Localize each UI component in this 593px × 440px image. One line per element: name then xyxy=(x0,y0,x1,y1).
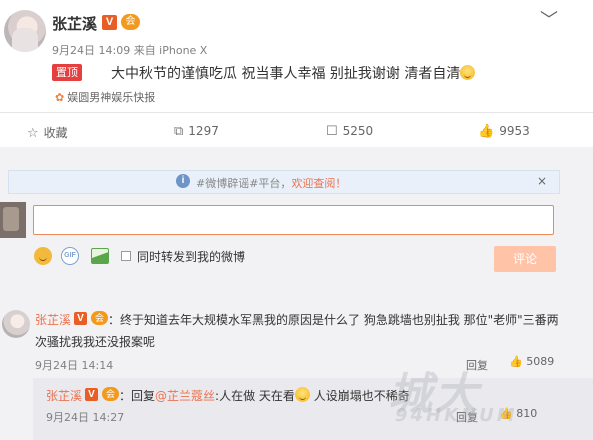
comment-like-count: 5089 xyxy=(526,355,555,368)
like-button[interactable]: 👍 9953 xyxy=(478,124,530,139)
reply-like-count: 810 xyxy=(516,407,538,420)
verified-badge-icon: V xyxy=(85,388,98,401)
divider xyxy=(0,112,593,113)
repost-icon: ⧉ xyxy=(174,124,184,139)
reply-text-after: 人设崩塌也不稀奇 xyxy=(309,389,410,403)
notice-prefix: #微博辟谣#平台， xyxy=(196,177,292,190)
smile-emoji-icon xyxy=(294,387,310,402)
post-text-content: 大中秋节的谨慎吃瓜 祝当事人幸福 别扯我谢谢 清者自清 xyxy=(111,66,461,82)
author-avatar[interactable] xyxy=(4,10,46,52)
verified-badge-icon: V xyxy=(74,312,87,325)
thumbs-up-icon: 👍 xyxy=(499,407,513,420)
info-icon: i xyxy=(176,174,190,188)
comment-input[interactable] xyxy=(33,205,554,235)
reply-button[interactable]: 回复 xyxy=(456,409,478,425)
comment-avatar[interactable] xyxy=(2,310,30,338)
comment-count: 5250 xyxy=(342,124,374,138)
notice-link[interactable]: 欢迎查阅！ xyxy=(291,177,346,190)
verified-badge-icon: V xyxy=(102,15,117,30)
star-icon: ☆ xyxy=(27,126,39,141)
author-name[interactable]: 张芷溪 xyxy=(52,13,97,34)
smile-icon[interactable] xyxy=(34,247,52,265)
reply-like-button[interactable]: 👍 810 xyxy=(499,407,537,420)
reply-author[interactable]: 张芷溪 xyxy=(46,387,82,404)
reply-mention[interactable]: @芷兰蔻丝 xyxy=(155,389,215,403)
image-icon[interactable] xyxy=(91,248,109,264)
reply-time: 9月24日 14:27 xyxy=(46,411,125,424)
like-count: 9953 xyxy=(499,124,530,138)
reply-prefix: ：回复 xyxy=(119,389,156,403)
reply-text-before: :人在做 天在看 xyxy=(215,389,295,403)
vip-badge-icon: 会 xyxy=(102,387,119,401)
favorite-button[interactable]: ☆ 收藏 xyxy=(27,124,68,141)
repost-count: 1297 xyxy=(188,124,219,138)
post-source-label: 娱圆男神娱乐快报 xyxy=(67,91,156,104)
comment-icon: ☐ xyxy=(326,124,338,139)
post-text: 大中秋节的谨慎吃瓜 祝当事人幸福 别扯我谢谢 清者自清 xyxy=(111,63,476,83)
thumbs-up-icon: 👍 xyxy=(509,355,523,368)
repost-checkbox-label[interactable]: 同时转发到我的微博 xyxy=(137,248,245,265)
comment-text-line1: ：终于知道去年大规模水军黑我的原因是什么了 狗急跳墙也别扯我 那位"老师"三番两 xyxy=(108,313,559,327)
comment-like-button[interactable]: 👍 5089 xyxy=(509,355,554,368)
current-user-avatar xyxy=(0,202,26,238)
vip-badge-icon: 会 xyxy=(91,311,108,325)
comment-button[interactable]: ☐ 5250 xyxy=(326,124,373,139)
favorite-label: 收藏 xyxy=(43,126,68,140)
reply-button[interactable]: 回复 xyxy=(466,357,488,373)
thumbs-up-icon: 👍 xyxy=(478,124,495,139)
smile-emoji-icon xyxy=(460,65,476,80)
comment-author[interactable]: 张芷溪 xyxy=(35,311,71,328)
repost-button[interactable]: ⧉ 1297 xyxy=(174,124,219,139)
flower-icon: ✿ xyxy=(55,91,65,104)
post-source[interactable]: ✿ 娱圆男神娱乐快报 xyxy=(55,89,155,105)
pinned-badge: 置顶 xyxy=(52,64,82,81)
gif-icon[interactable]: GIF xyxy=(61,247,79,265)
reply-text: ：回复@芷兰蔻丝:人在做 天在看 人设崩塌也不稀奇 xyxy=(119,387,410,404)
comment-time: 9月24日 14:14 xyxy=(35,359,114,372)
repost-checkbox[interactable] xyxy=(121,251,131,261)
chevron-down-icon[interactable]: ﹀ xyxy=(540,6,558,32)
notice-text: #微博辟谣#平台，欢迎查阅！ xyxy=(196,175,346,191)
submit-comment-button[interactable]: 评论 xyxy=(494,246,556,272)
vip-badge-icon: 会 xyxy=(121,14,140,30)
close-icon[interactable]: × xyxy=(537,174,547,188)
post-meta: 9月24日 14:09 来自 iPhone X xyxy=(52,44,208,57)
comment-text-line2: 次骚扰我我还没报案呢 xyxy=(35,335,156,349)
